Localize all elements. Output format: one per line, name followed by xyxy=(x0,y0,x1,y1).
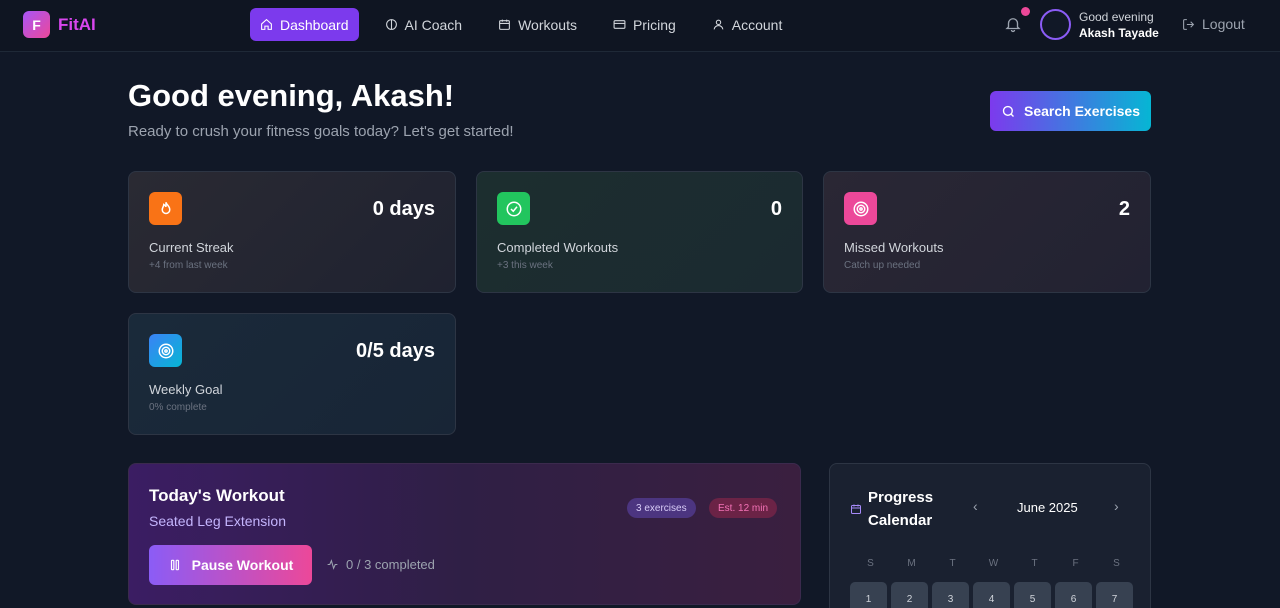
page-title: Good evening, Akash! xyxy=(128,78,455,113)
stat-label: Current Streak xyxy=(149,240,234,255)
nav-workouts-label: Workouts xyxy=(518,16,577,33)
workout-exercise: Seated Leg Extension xyxy=(149,513,286,529)
stat-card-weekly-goal: 0/5 days Weekly Goal 0% complete xyxy=(128,313,456,435)
search-icon xyxy=(1002,105,1014,117)
stat-label: Completed Workouts xyxy=(497,240,619,255)
target-icon xyxy=(158,343,173,358)
progress-calendar: Progress Calendar ‹ June 2025 › S M T W … xyxy=(829,463,1151,608)
weekday-label: M xyxy=(907,558,916,569)
stat-note: Catch up needed xyxy=(844,260,921,271)
stat-value: 0 xyxy=(770,198,782,220)
stat-card-missed: 2 Missed Workouts Catch up needed xyxy=(823,171,1151,293)
weekday-header: S M T W T F S xyxy=(850,558,1137,569)
stat-note: +4 from last week xyxy=(149,260,228,271)
nav-dashboard[interactable]: Dashboard xyxy=(250,8,359,41)
stat-card-streak: 0 days Current Streak +4 from last week xyxy=(128,171,456,293)
user-greeting: Good evening xyxy=(1079,10,1154,24)
avatar[interactable] xyxy=(1040,9,1071,40)
bell-icon xyxy=(1005,18,1021,33)
search-exercises-button[interactable]: Search Exercises xyxy=(990,91,1151,131)
nav-account-label: Account xyxy=(731,16,783,33)
nav-pricing[interactable]: Pricing xyxy=(603,8,686,41)
credit-card-icon xyxy=(613,20,626,29)
notifications-button[interactable] xyxy=(1004,15,1022,33)
stat-icon-box xyxy=(149,192,182,225)
nav-workouts[interactable]: Workouts xyxy=(488,8,587,41)
stat-icon-box xyxy=(149,334,182,367)
activity-icon xyxy=(327,559,338,570)
calendar-header-icon xyxy=(850,502,862,514)
stat-label: Weekly Goal xyxy=(149,382,223,397)
top-navbar: F FitAI Dashboard AI Coach Workouts Pric… xyxy=(0,0,1280,52)
calendar-title: Progress Calendar xyxy=(868,489,934,529)
logout-label: Logout xyxy=(1202,16,1245,32)
pause-workout-label: Pause Workout xyxy=(191,557,294,573)
search-exercises-label: Search Exercises xyxy=(1024,103,1140,119)
pause-workout-button[interactable]: Pause Workout xyxy=(149,545,312,585)
check-circle-icon xyxy=(506,201,521,216)
estimated-time-badge: Est. 12 min xyxy=(709,498,778,518)
brain-icon xyxy=(385,19,397,30)
stat-card-completed: 0 Completed Workouts +3 this week xyxy=(476,171,803,293)
weekday-label: S xyxy=(1113,558,1120,569)
notification-dot xyxy=(1021,7,1030,16)
workout-progress-text: 0 / 3 completed xyxy=(346,557,435,572)
calendar-day[interactable]: 3 xyxy=(932,582,969,608)
nav-ai-coach-label: AI Coach xyxy=(404,16,463,33)
logo-badge: F xyxy=(23,11,50,38)
todays-workout-card: Today's Workout Seated Leg Extension 3 e… xyxy=(128,463,801,605)
stat-icon-box xyxy=(844,192,877,225)
stat-value: 2 xyxy=(1118,198,1130,220)
calendar-icon xyxy=(499,19,511,30)
app-logo[interactable]: F FitAI xyxy=(23,11,96,38)
stat-note: +3 this week xyxy=(497,260,553,271)
workout-progress: 0 / 3 completed xyxy=(326,557,435,572)
calendar-month: June 2025 xyxy=(1017,500,1078,515)
stat-note: 0% complete xyxy=(149,402,207,413)
calendar-day[interactable]: 2 xyxy=(891,582,928,608)
weekday-label: S xyxy=(867,558,874,569)
nav-pricing-label: Pricing xyxy=(632,16,676,33)
stat-value: 0/5 days xyxy=(356,340,435,362)
calendar-days: 1 2 3 4 5 6 7 xyxy=(850,582,1137,608)
workout-title: Today's Workout xyxy=(149,486,285,505)
user-info: Good evening Akash Tayade xyxy=(1079,9,1159,41)
pause-icon xyxy=(170,559,179,571)
calendar-day[interactable]: 7 xyxy=(1096,582,1133,608)
calendar-icon xyxy=(851,504,861,514)
user-name: Akash Tayade xyxy=(1079,26,1159,40)
nav-links: Dashboard AI Coach Workouts Pricing Acco… xyxy=(250,8,808,41)
calendar-day[interactable]: 6 xyxy=(1055,582,1092,608)
calendar-day[interactable]: 4 xyxy=(973,582,1010,608)
home-icon xyxy=(261,18,272,30)
weekday-label: T xyxy=(949,558,956,569)
user-icon xyxy=(713,19,724,30)
nav-dashboard-label: Dashboard xyxy=(280,16,349,33)
target-icon xyxy=(853,201,868,216)
logout-icon xyxy=(1183,18,1195,30)
flame-icon xyxy=(160,201,171,214)
nav-ai-coach[interactable]: AI Coach xyxy=(375,8,473,41)
app-name: FitAI xyxy=(58,14,96,34)
logout-button[interactable]: Logout xyxy=(1182,16,1245,32)
weekday-label: W xyxy=(988,558,999,569)
prev-month-button[interactable]: ‹ xyxy=(973,498,978,514)
exercises-count-badge: 3 exercises xyxy=(627,498,696,518)
next-month-button[interactable]: › xyxy=(1114,498,1119,514)
stat-value: 0 days xyxy=(372,198,435,220)
page-subtitle: Ready to crush your fitness goals today?… xyxy=(128,123,514,140)
stat-label: Missed Workouts xyxy=(844,240,944,255)
nav-account[interactable]: Account xyxy=(702,8,793,41)
stat-icon-box xyxy=(497,192,530,225)
calendar-day[interactable]: 1 xyxy=(850,582,887,608)
calendar-day[interactable]: 5 xyxy=(1014,582,1051,608)
weekday-label: F xyxy=(1072,558,1079,569)
weekday-label: T xyxy=(1031,558,1038,569)
